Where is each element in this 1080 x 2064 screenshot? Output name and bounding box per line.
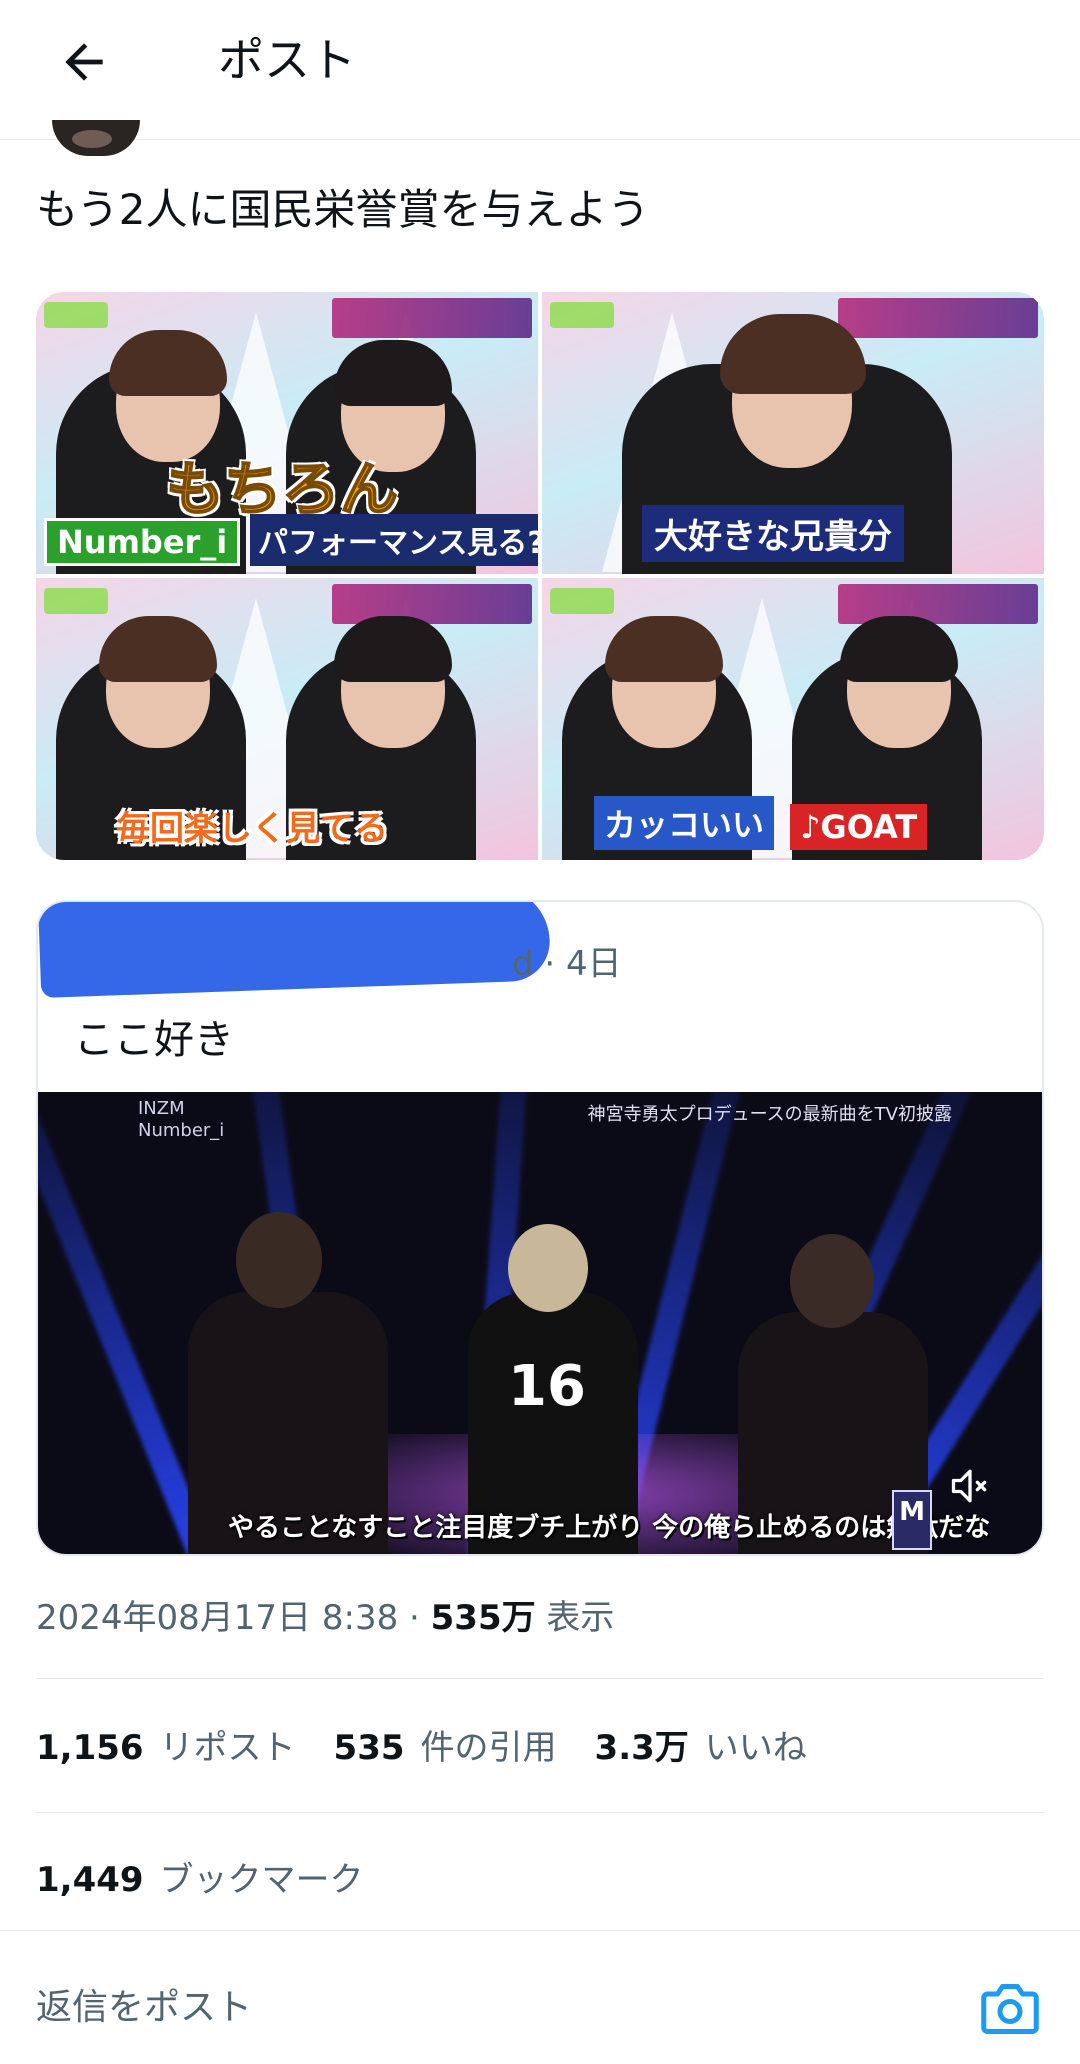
divider <box>36 1678 1044 1679</box>
likes-count: 3.3万 <box>594 1728 689 1768</box>
media-image-4[interactable]: カッコいい ♪GOAT <box>542 578 1044 860</box>
quoted-post-time: d · 4日 <box>512 944 622 984</box>
bookmarks-count: 1,449 <box>36 1860 144 1900</box>
likes-stat[interactable]: 3.3万 いいね <box>595 1724 807 1772</box>
shirt-number: 16 <box>508 1354 586 1419</box>
reply-bar: 返信をポスト <box>0 1930 1080 2064</box>
quoted-post-header: d · 4日 <box>38 902 1042 1012</box>
media-image-1[interactable]: もちろん Number_i パフォーマンス見る? <box>36 292 538 574</box>
media-image-3[interactable]: 毎回楽しく見てる <box>36 578 538 860</box>
quoted-post-text: ここ好き <box>74 1017 234 1063</box>
view-count: 535万 <box>430 1598 536 1638</box>
bookmarks-label: ブックマーク <box>159 1860 364 1900</box>
avatar[interactable] <box>52 120 140 156</box>
caption: 毎回楽しく見てる <box>116 809 388 849</box>
redaction-mark <box>38 902 552 998</box>
post-meta: 2024年08月17日 8:38 · 535万 表示 <box>36 1594 614 1642</box>
arrow-left-icon <box>65 43 103 81</box>
video-player[interactable]: 16 INZM Number_i 神宮寺勇太プロデュースの最新曲をTV初披露 やる… <box>38 1092 1042 1554</box>
page-title: ポスト <box>218 33 356 87</box>
engagement-stats: 1,156 リポスト 535 件の引用 3.3万 いいね <box>36 1724 845 1772</box>
reposts-label: リポスト <box>159 1728 296 1768</box>
quotes-count: 535 <box>333 1728 405 1768</box>
post-date[interactable]: 2024年08月17日 8:38 · <box>36 1598 431 1638</box>
video-label: INZM Number_i <box>138 1098 225 1141</box>
top-bar: ポスト <box>0 0 1080 140</box>
divider <box>36 1812 1044 1813</box>
channel-badge: M <box>892 1490 932 1550</box>
caption: Number_i <box>44 518 241 566</box>
bookmarks-stat[interactable]: 1,449 ブックマーク <box>36 1856 364 1904</box>
mute-icon[interactable] <box>948 1464 992 1508</box>
caption: カッコいい <box>594 796 775 850</box>
video-banner: 神宮寺勇太プロデュースの最新曲をTV初披露 <box>587 1104 952 1125</box>
view-label: 表示 <box>535 1598 615 1638</box>
quotes-label: 件の引用 <box>420 1728 557 1768</box>
quotes-stat[interactable]: 535 件の引用 <box>334 1724 557 1772</box>
media-image-2[interactable]: 大好きな兄貴分 <box>542 292 1044 574</box>
likes-label: いいね <box>704 1728 807 1768</box>
back-button[interactable] <box>48 26 120 98</box>
caption: ♪GOAT <box>790 804 928 850</box>
media-grid: もちろん Number_i パフォーマンス見る? 大好きな兄貴分 毎回楽しく見て… <box>36 292 1044 860</box>
camera-icon[interactable] <box>980 1981 1040 2037</box>
reposts-count: 1,156 <box>36 1728 144 1768</box>
caption: パフォーマンス見る? <box>250 514 538 566</box>
quoted-post[interactable]: d · 4日 ここ好き 16 INZM Number_i 神宮寺勇太プロデュースの… <box>36 900 1044 1556</box>
reply-input[interactable]: 返信をポスト <box>36 1983 252 2033</box>
video-subtitle: やることなすこと注目度ブチ上がり 今の俺ら止めるのは無駄だな <box>228 1513 991 1543</box>
caption: 大好きな兄貴分 <box>642 505 904 562</box>
bookmark-stats: 1,449 ブックマーク <box>36 1856 402 1904</box>
tweet-text: もう2人に国民栄誉賞を与えよう <box>36 185 650 234</box>
reposts-stat[interactable]: 1,156 リポスト <box>36 1724 296 1772</box>
